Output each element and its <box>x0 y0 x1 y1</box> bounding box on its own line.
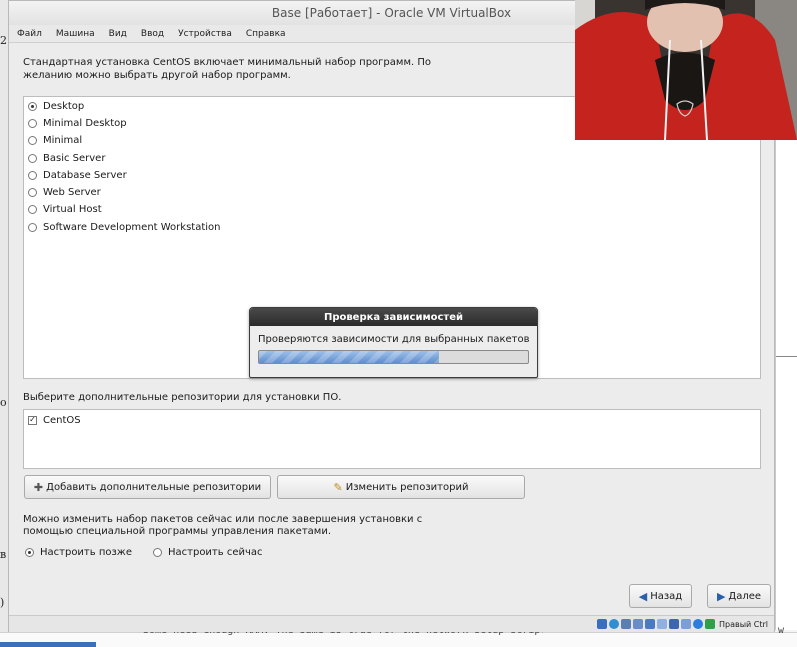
dependency-check-dialog: Проверка зависимостей Проверяются зависи… <box>249 307 538 378</box>
background-tab <box>0 642 96 647</box>
option-customize-now[interactable]: Настроить сейчас <box>153 545 263 559</box>
menu-machine[interactable]: Машина <box>56 29 95 39</box>
menu-input[interactable]: Ввод <box>141 29 164 39</box>
plus-icon: ✚ <box>33 480 44 494</box>
option-label: Database Server <box>43 169 127 181</box>
option-minimal-desktop[interactable]: Minimal Desktop <box>28 115 127 131</box>
webcam-image <box>575 0 797 140</box>
mouse-integration-icon[interactable] <box>692 619 703 629</box>
background-divider <box>776 356 797 357</box>
option-label: Minimal <box>43 134 83 146</box>
hard-disk-icon[interactable] <box>596 619 607 629</box>
option-customize-later[interactable]: Настроить позже <box>25 545 132 559</box>
background-text-fragment: o <box>0 396 7 409</box>
usb-icon[interactable] <box>620 619 631 629</box>
add-repo-label: Добавить дополнительные репозитории <box>46 481 262 493</box>
radio-indicator <box>28 153 37 163</box>
option-label: Настроить сейчас <box>168 546 263 558</box>
background-text-fragment: ) <box>0 596 5 609</box>
option-label: Minimal Desktop <box>43 117 127 129</box>
menu-file[interactable]: Файл <box>17 29 42 39</box>
option-software-dev-workstation[interactable]: Software Development Workstation <box>28 219 221 235</box>
window-title: Base [Работает] - Oracle VM VirtualBox <box>271 6 512 20</box>
option-label: Software Development Workstation <box>43 221 221 233</box>
arrow-right-icon: ▶ <box>716 589 726 603</box>
host-key-label: Правый Ctrl <box>718 619 768 629</box>
vm-statusbar: Правый Ctrl <box>9 615 774 632</box>
progress-bar <box>258 350 529 364</box>
radio-indicator <box>28 101 37 111</box>
shared-folders-icon[interactable] <box>644 619 655 629</box>
option-desktop[interactable]: Desktop <box>28 98 84 114</box>
background-editor-panel <box>775 140 797 630</box>
radio-indicator <box>28 222 37 232</box>
progress-fill <box>259 351 440 363</box>
checkbox-indicator: ✓ <box>28 415 37 425</box>
network-icon[interactable] <box>632 619 643 629</box>
back-button[interactable]: ◀ Назад <box>629 584 692 608</box>
background-text-fragment: в <box>0 548 7 561</box>
option-database-server[interactable]: Database Server <box>28 167 127 183</box>
arrow-left-icon: ◀ <box>638 589 648 603</box>
background-code-tail: w <box>778 625 785 636</box>
repo-label: Выберите дополнительные репозитории для … <box>23 392 342 403</box>
optical-drive-icon[interactable] <box>608 619 619 629</box>
radio-indicator <box>28 170 37 180</box>
repo-item-centos[interactable]: ✓ CentOS <box>28 413 81 427</box>
radio-indicator <box>28 135 37 145</box>
intro-text: Стандартная установка CentOS включает ми… <box>23 57 431 81</box>
edit-repo-label: Изменить репозиторий <box>345 481 469 493</box>
option-label: Virtual Host <box>43 203 102 215</box>
next-label: Далее <box>728 590 762 602</box>
background-text-fragment: 2 <box>0 34 7 47</box>
add-repo-button[interactable]: ✚ Добавить дополнительные репозитории <box>24 475 271 499</box>
option-virtual-host[interactable]: Virtual Host <box>28 201 102 217</box>
option-web-server[interactable]: Web Server <box>28 184 101 200</box>
change-note: Можно изменить набор пакетов сейчас или … <box>23 514 423 537</box>
webcam-overlay <box>575 0 797 140</box>
radio-indicator <box>28 187 37 197</box>
radio-indicator <box>28 204 37 214</box>
display-icon[interactable] <box>656 619 667 629</box>
dialog-message: Проверяются зависимости для выбранных па… <box>258 334 530 345</box>
next-button[interactable]: ▶ Далее <box>707 584 771 608</box>
back-label: Назад <box>650 590 683 602</box>
option-basic-server[interactable]: Basic Server <box>28 150 105 166</box>
option-label: Desktop <box>43 100 85 112</box>
radio-indicator <box>28 118 37 128</box>
video-capture-icon[interactable] <box>668 619 679 629</box>
radio-indicator <box>25 547 34 557</box>
dialog-title: Проверка зависимостей <box>250 308 537 326</box>
edit-icon: ✎ <box>333 480 343 494</box>
option-label: Web Server <box>43 186 101 198</box>
virtualization-icon[interactable] <box>680 619 691 629</box>
menu-view[interactable]: Вид <box>109 29 127 39</box>
option-minimal[interactable]: Minimal <box>28 132 82 148</box>
option-label: Настроить позже <box>40 546 132 558</box>
radio-indicator <box>153 547 162 557</box>
repo-list: ✓ CentOS <box>23 409 761 469</box>
menu-help[interactable]: Справка <box>246 29 286 39</box>
keyboard-capture-icon[interactable] <box>704 619 715 629</box>
option-label: Basic Server <box>43 152 106 164</box>
menu-devices[interactable]: Устройства <box>178 29 232 39</box>
repo-item-label: CentOS <box>43 414 81 426</box>
edit-repo-button[interactable]: ✎ Изменить репозиторий <box>277 475 525 499</box>
